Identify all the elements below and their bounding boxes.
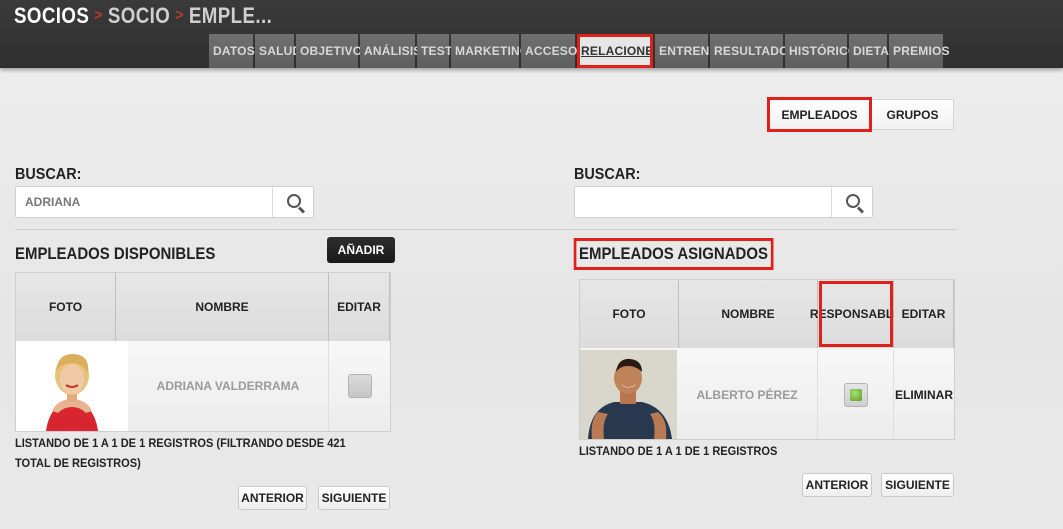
employee-photo [580, 350, 677, 439]
table-row-name: ALBERTO PÉREZ [677, 350, 818, 439]
assigned-employees-table: FOTO NOMBRE RESPONSABLE EDITAR ALBERTO P… [579, 279, 955, 440]
breadcrumb: SOCIOS > SOCIO > EMPLE... [14, 3, 272, 29]
employee-photo [16, 341, 128, 431]
col-header-name[interactable]: NOMBRE [116, 273, 329, 341]
tab-salud[interactable]: SALUD [255, 34, 301, 68]
col-header-photo[interactable]: FOTO [580, 280, 679, 348]
left-search-label: BUSCAR: [15, 166, 82, 183]
col-header-photo[interactable]: FOTO [16, 273, 116, 341]
right-search-button[interactable] [831, 187, 872, 217]
table-row-name: ADRIANA VALDERRAMA [128, 341, 329, 431]
remove-link[interactable]: ELIMINAR [894, 350, 954, 439]
left-next-button[interactable]: SIGUIENTE [318, 486, 390, 510]
right-search-label: BUSCAR: [574, 166, 641, 183]
right-search-box [574, 186, 873, 218]
col-header-name[interactable]: NOMBRE [679, 280, 818, 348]
breadcrumb-separator: > [175, 7, 184, 24]
responsible-checkbox[interactable] [843, 382, 868, 407]
tab-analisis[interactable]: ANÁLISIS [360, 34, 421, 68]
search-icon [846, 194, 860, 208]
left-search-button[interactable] [272, 187, 313, 217]
left-pagination-info: LISTANDO DE 1 A 1 DE 1 REGISTROS (FILTRA… [15, 436, 346, 470]
tab-datos[interactable]: DATOS [209, 34, 255, 68]
left-search-box [15, 186, 314, 218]
tab-bar: DATOS SALUD OBJETIVOS ANÁLISIS TEST MARK… [209, 34, 950, 68]
right-pagination-info: LISTANDO DE 1 A 1 DE 1 REGISTROS [579, 444, 778, 458]
checked-indicator-icon [849, 388, 862, 401]
tab-resultados[interactable]: RESULTADOS [710, 34, 797, 68]
col-header-edit[interactable]: EDITAR [329, 273, 390, 341]
right-next-button[interactable]: SIGUIENTE [881, 473, 954, 497]
tab-dieta[interactable]: DIETA [849, 34, 889, 68]
tab-premios[interactable]: PREMIOS [889, 34, 950, 68]
right-prev-button[interactable]: ANTERIOR [802, 473, 872, 497]
tab-marketing[interactable]: MARKETING [451, 34, 529, 68]
breadcrumb-separator: > [94, 7, 103, 24]
top-bar: SOCIOS > SOCIO > EMPLE... DATOS SALUD OBJETI… [0, 0, 1063, 68]
table-row-responsible [818, 350, 894, 439]
divider [15, 229, 957, 230]
search-icon [287, 194, 301, 208]
add-button[interactable]: AÑADIR [327, 237, 395, 263]
tab-test[interactable]: TEST [417, 34, 452, 68]
left-search-input[interactable] [16, 187, 275, 217]
left-prev-button[interactable]: ANTERIOR [238, 486, 307, 510]
breadcrumb-current: EMPLE... [188, 3, 273, 28]
col-header-edit[interactable]: EDITAR [894, 280, 954, 348]
tab-objetivos[interactable]: OBJETIVOS [296, 34, 370, 68]
right-search-input[interactable] [575, 187, 834, 217]
segment-grupos[interactable]: GRUPOS [872, 99, 954, 130]
breadcrumb-socio[interactable]: SOCIO [108, 3, 170, 28]
tab-historico[interactable]: HISTÓRICO [785, 34, 857, 68]
segment-empleados[interactable]: EMPLEADOS [767, 97, 872, 132]
tab-relaciones[interactable]: RELACIONES [577, 34, 661, 68]
col-header-responsible[interactable]: RESPONSABLE [810, 280, 901, 348]
available-employees-title: EMPLEADOS DISPONIBLES [15, 244, 216, 263]
person-photo-icon [580, 350, 677, 439]
table-row-edit [329, 341, 390, 431]
assigned-employees-title: EMPLEADOS ASIGNADOS [573, 238, 774, 270]
person-photo-icon [16, 341, 128, 431]
tab-accesos[interactable]: ACCESOS [521, 34, 586, 68]
tab-entreno[interactable]: ENTRENO [655, 34, 719, 68]
breadcrumb-socios[interactable]: SOCIOS [14, 3, 89, 28]
available-employees-table: FOTO NOMBRE EDITAR ADRIANA VALDERRAMA [15, 272, 391, 432]
select-checkbox[interactable] [347, 374, 372, 398]
